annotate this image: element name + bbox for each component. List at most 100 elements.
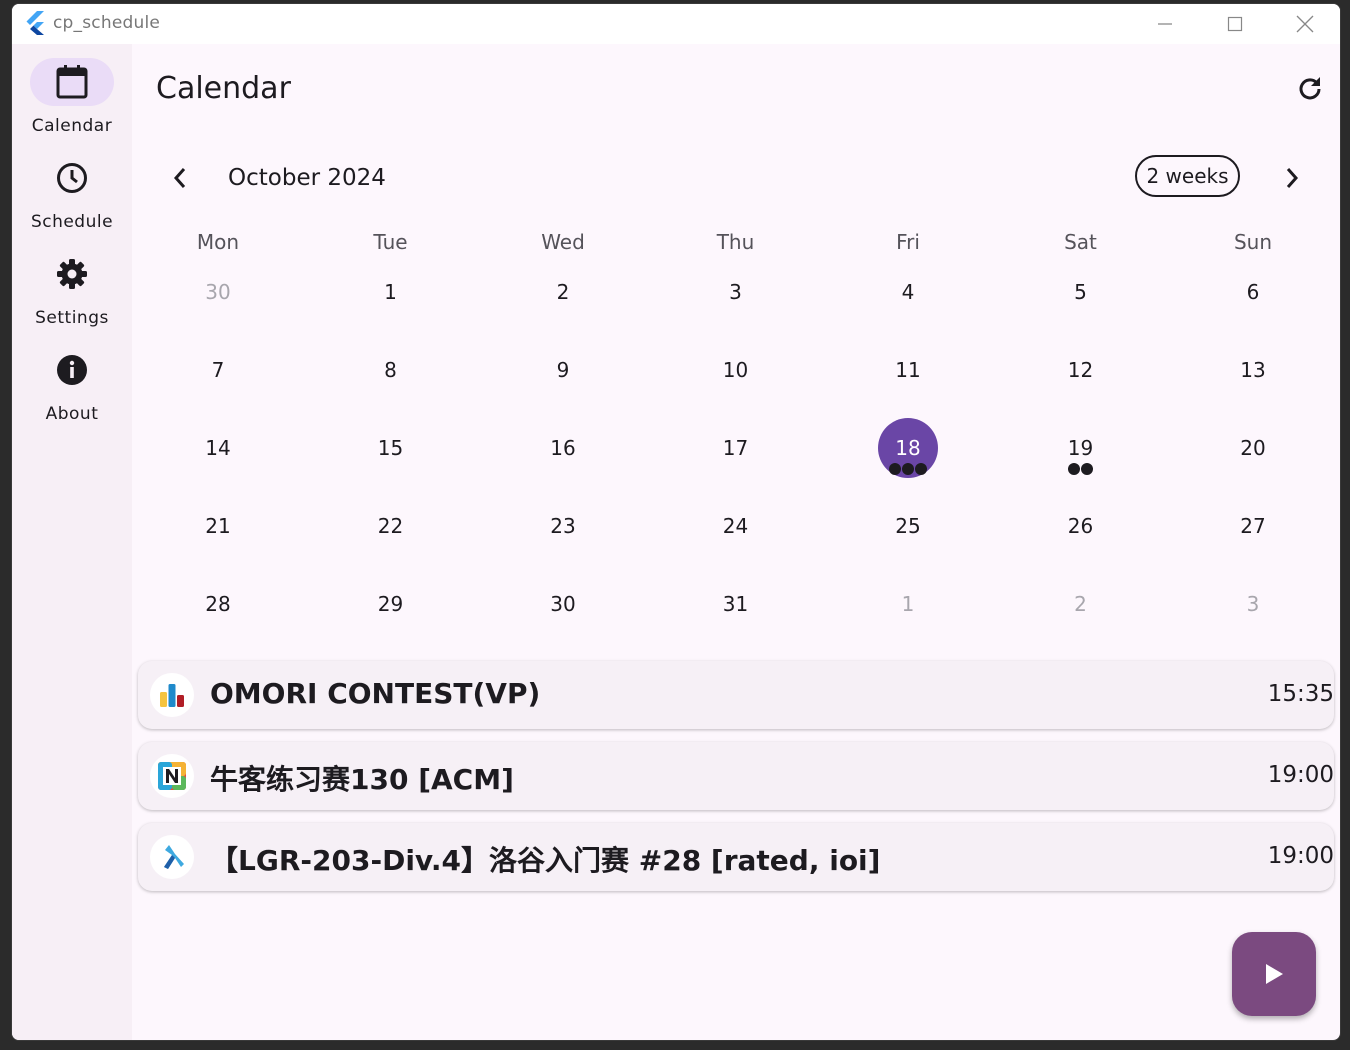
- calendar-day[interactable]: 31: [650, 574, 822, 634]
- day-of-week-fri: Fri: [896, 230, 920, 254]
- day-number: 30: [550, 592, 576, 616]
- previous-month-button[interactable]: [166, 164, 194, 192]
- calendar-day[interactable]: 20: [1167, 418, 1339, 478]
- event-card[interactable]: OMORI CONTEST(VP) 15:35: [138, 661, 1334, 729]
- rail-item-about[interactable]: About: [12, 346, 132, 436]
- day-number: 27: [1240, 514, 1266, 538]
- calendar-day[interactable]: 9: [477, 340, 649, 400]
- day-number: 9: [556, 358, 570, 382]
- day-number: 29: [377, 592, 404, 616]
- event-time: 15:35: [1267, 681, 1334, 707]
- gear-icon: [57, 259, 87, 289]
- refresh-button[interactable]: [1292, 71, 1328, 107]
- day-number: 21: [205, 514, 231, 538]
- minimize-button[interactable]: [1130, 4, 1200, 44]
- event-markers: [995, 463, 1167, 475]
- day-number: 3: [1246, 592, 1260, 616]
- day-number: 18: [895, 436, 921, 460]
- calendar-day[interactable]: 12: [995, 340, 1167, 400]
- event-time: 19:00: [1267, 762, 1334, 788]
- codeforces-logo-icon: [150, 673, 194, 717]
- event-card[interactable]: 牛客练习赛130 [ACM] 19:00: [138, 742, 1334, 810]
- calendar-week-row: 28 29 30 31 1 2 3: [132, 574, 1340, 652]
- calendar-day[interactable]: 16: [477, 418, 649, 478]
- calendar-day[interactable]: 24: [650, 496, 822, 556]
- calendar-day[interactable]: 26: [995, 496, 1167, 556]
- calendar-week-row: 14 15 16 17 18 19 20: [132, 418, 1340, 496]
- day-number: 22: [377, 514, 404, 538]
- calendar-day[interactable]: 28: [132, 574, 304, 634]
- calendar-day[interactable]: 3: [1167, 574, 1339, 634]
- play-fab-button[interactable]: [1232, 932, 1316, 1016]
- calendar-format-button[interactable]: 2 weeks: [1135, 155, 1240, 197]
- calendar-day[interactable]: 4: [822, 262, 994, 322]
- day-number: 2: [1074, 592, 1087, 616]
- rail-item-settings[interactable]: Settings: [12, 250, 132, 340]
- day-number: 2: [556, 280, 570, 304]
- calendar-day[interactable]: 7: [132, 340, 304, 400]
- day-of-week-sat: Sat: [1064, 230, 1097, 254]
- calendar-day[interactable]: 17: [650, 418, 822, 478]
- rail-item-calendar[interactable]: Calendar: [12, 58, 132, 148]
- calendar-day[interactable]: 5: [995, 262, 1167, 322]
- title-bar: cp_schedule: [12, 4, 1340, 44]
- calendar-day[interactable]: 6: [1167, 262, 1339, 322]
- day-number: 28: [205, 592, 231, 616]
- day-number: 13: [1240, 358, 1266, 382]
- day-number: 8: [384, 358, 397, 382]
- calendar-icon: [56, 65, 88, 99]
- calendar-day[interactable]: 23: [477, 496, 649, 556]
- calendar-day[interactable]: 15: [305, 418, 477, 478]
- day-number: 12: [1067, 358, 1094, 382]
- navigation-rail: Calendar Schedule Settings About: [12, 44, 132, 1040]
- day-number: 24: [722, 514, 749, 538]
- maximize-button[interactable]: [1200, 4, 1270, 44]
- day-number: 4: [901, 280, 915, 304]
- calendar-day[interactable]: 13: [1167, 340, 1339, 400]
- calendar-day[interactable]: 30: [477, 574, 649, 634]
- event-title: 【LGR-203-Div.4】洛谷入门赛 #28 [rated, ioi]: [210, 844, 881, 877]
- calendar-day[interactable]: 21: [132, 496, 304, 556]
- calendar-day[interactable]: 8: [305, 340, 477, 400]
- day-number: 3: [729, 280, 742, 304]
- calendar-day[interactable]: 2: [477, 262, 649, 322]
- nowcoder-logo-icon: [150, 754, 194, 798]
- calendar-week-row: 21 22 23 24 25 26 27: [132, 496, 1340, 574]
- calendar-day[interactable]: 11: [822, 340, 994, 400]
- luogu-logo-icon: [150, 835, 194, 879]
- flutter-logo-icon: [26, 11, 44, 35]
- day-number: 1: [901, 592, 915, 616]
- day-number: 31: [722, 592, 749, 616]
- close-button[interactable]: [1270, 4, 1340, 44]
- day-number: 6: [1246, 280, 1260, 304]
- calendar-week-row: 7 8 9 10 11 12 13: [132, 340, 1340, 418]
- day-number: 11: [895, 358, 921, 382]
- play-icon: [1266, 964, 1283, 984]
- calendar-day[interactable]: 1: [822, 574, 994, 634]
- event-title: OMORI CONTEST(VP): [210, 677, 541, 710]
- calendar-month-label: October 2024: [228, 165, 386, 191]
- day-number: 5: [1074, 280, 1087, 304]
- day-number: 20: [1240, 436, 1266, 460]
- calendar-day[interactable]: 10: [650, 340, 822, 400]
- calendar-day[interactable]: 27: [1167, 496, 1339, 556]
- event-card[interactable]: 【LGR-203-Div.4】洛谷入门赛 #28 [rated, ioi] 19…: [138, 823, 1334, 891]
- rail-item-schedule[interactable]: Schedule: [12, 154, 132, 244]
- calendar-day[interactable]: 29: [305, 574, 477, 634]
- calendar-day[interactable]: 14: [132, 418, 304, 478]
- days-of-week-row: Mon Tue Wed Thu Fri Sat Sun: [132, 230, 1340, 260]
- event-marker-dot: [902, 463, 914, 475]
- calendar-day[interactable]: 2: [995, 574, 1167, 634]
- day-of-week-thu: Thu: [716, 230, 755, 254]
- calendar-day[interactable]: 22: [305, 496, 477, 556]
- event-time: 19:00: [1267, 843, 1334, 869]
- calendar-day[interactable]: 1: [305, 262, 477, 322]
- calendar-day[interactable]: 25: [822, 496, 994, 556]
- calendar-day[interactable]: 30: [132, 262, 304, 322]
- calendar-week-row: 30 1 2 3 4 5 6: [132, 262, 1340, 340]
- event-marker-dot: [1081, 463, 1093, 475]
- next-month-button[interactable]: [1278, 164, 1306, 192]
- event-marker-dot: [915, 463, 927, 475]
- calendar-day[interactable]: 3: [650, 262, 822, 322]
- day-number: 17: [722, 436, 749, 460]
